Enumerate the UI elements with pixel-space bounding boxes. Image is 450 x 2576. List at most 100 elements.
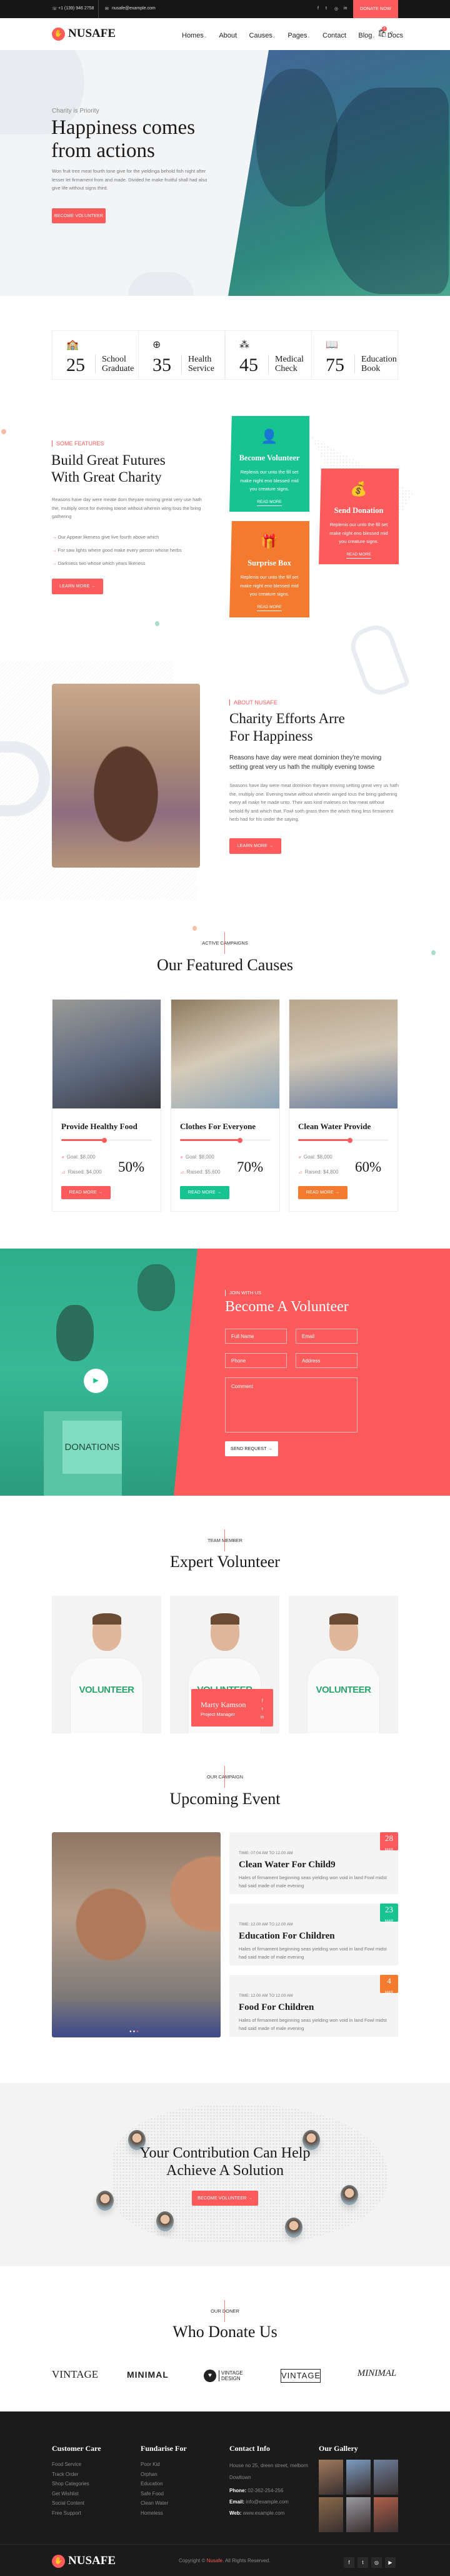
footer-link[interactable]: Shop Categories [52, 2479, 101, 2489]
footer-link[interactable]: Safe Food [141, 2489, 187, 2499]
footer-link[interactable]: Education [141, 2479, 187, 2489]
feature-card-volunteer[interactable]: 👤 Become Volunteer Replenis our unto the f… [229, 416, 309, 512]
donor-logo-vintage[interactable]: VINTAGE [52, 2368, 98, 2381]
volunteer-title: Become A Volunteer [225, 1299, 349, 1315]
decor-dot [431, 950, 436, 955]
event-date-badge: 4 MAR [380, 1975, 398, 1995]
feature-card-surprise-box[interactable]: 🎁 Surprise Box Replenis our unto the fill … [229, 521, 309, 617]
donate-now-button[interactable]: DONATE NOW [353, 0, 398, 18]
team-member-card[interactable]: VOLUNTEER [289, 1596, 398, 1733]
facebook-icon[interactable]: f [344, 2557, 354, 2568]
read-more-link[interactable]: READ MORE [346, 552, 371, 559]
gallery-thumbnail[interactable] [374, 2460, 398, 2495]
about-title-line: Charity Efforts Arre [229, 711, 345, 726]
instagram-icon[interactable]: ◎ [334, 6, 338, 11]
email-input[interactable] [296, 1329, 358, 1344]
phone-input[interactable] [225, 1353, 287, 1368]
footer-link[interactable]: Food Service [52, 2460, 101, 2470]
donor-logo-minimal[interactable]: MINIMAL [127, 2370, 168, 2380]
footer-contact: Contact Info House no 25, dreen street, … [229, 2444, 311, 2516]
facebook-icon[interactable]: f [261, 1697, 264, 1705]
nav-contact[interactable]: Contact [322, 32, 346, 39]
stat-card: ⁂ 45 Medical Check [225, 330, 312, 380]
donor-logo-minimal-script[interactable]: MINIMAL [357, 2368, 397, 2379]
event-text: Hales of firmament beginning seas yieldi… [239, 2017, 387, 2031]
brand-name[interactable]: NUSAFE [68, 27, 116, 41]
footer-link[interactable]: Orphan [141, 2470, 187, 2480]
gallery-thumbnail[interactable] [374, 2497, 398, 2532]
read-more-link[interactable]: READ MORE [257, 500, 282, 506]
team-member-card[interactable]: VOLUNTEER [52, 1596, 161, 1733]
read-more-link[interactable]: READ MORE [257, 605, 282, 611]
footer-link[interactable]: Track Order [52, 2470, 101, 2480]
become-volunteer-button[interactable]: BECOME VOLUNTEER [52, 208, 106, 223]
twitter-icon[interactable]: t [358, 2557, 368, 2568]
cause-progress-fill [180, 1137, 243, 1143]
decor-hand-outline [346, 620, 411, 700]
nav-blog[interactable]: Blog [358, 32, 372, 39]
address-input[interactable] [296, 1353, 358, 1368]
about-image [52, 684, 200, 868]
learn-more-button[interactable]: LEARN MORE → [52, 579, 103, 594]
footer-link[interactable]: Poor Kid [141, 2460, 187, 2470]
full-name-input[interactable] [225, 1329, 287, 1344]
twitter-icon[interactable]: t [326, 6, 327, 11]
phone-number[interactable]: +1 (139) 946 2758 [58, 6, 94, 11]
nav-pages[interactable]: Pages [288, 32, 307, 39]
feature-card-donation[interactable]: 💰 Send Donation Replenis our unto the fill… [319, 469, 399, 564]
twitter-icon[interactable]: t [261, 1705, 264, 1713]
linkedin-icon[interactable]: in [344, 6, 347, 11]
facebook-icon[interactable]: f [318, 6, 319, 11]
footer-link[interactable]: Clean Water [141, 2498, 187, 2508]
comment-textarea[interactable] [225, 1377, 358, 1433]
footer-heading: Our Gallery [319, 2444, 358, 2453]
stat-number: 75 [326, 355, 344, 375]
nav-about[interactable]: About [219, 32, 237, 39]
footer-link[interactable]: Get Wishlist [52, 2489, 101, 2499]
cause-title[interactable]: Clean Water Provide [298, 1122, 371, 1132]
donor-logo-vintage-design[interactable]: ♥ VINTAGE DESIGN [204, 2370, 245, 2382]
footer-brand[interactable]: NUSAFE [68, 2554, 116, 2568]
about-learn-more-button[interactable]: LEARN MORE → [229, 838, 281, 854]
gallery-thumbnail[interactable] [346, 2497, 371, 2532]
cause-title[interactable]: Clothes For Everyone [180, 1122, 256, 1132]
cause-read-more-button[interactable]: READ MORE → [298, 1186, 348, 1199]
event-image: ●●● [52, 1832, 221, 2037]
footer-link[interactable]: Social Content [52, 2498, 101, 2508]
send-request-button[interactable]: SEND REQUEST → [225, 1441, 278, 1456]
logo-hand-icon[interactable]: ✋ [52, 28, 65, 41]
cause-title[interactable]: Provide Healthy Food [61, 1122, 138, 1132]
cause-card: Provide Healthy Food ◕ Goal: $8,000 ⊿ Rais… [52, 999, 161, 1212]
event-title[interactable]: Food For Children [239, 2002, 314, 2013]
play-video-button[interactable]: ▶ [84, 1369, 108, 1393]
email-address[interactable]: nusafe@example.com [112, 6, 156, 11]
footer-link[interactable]: Free Support [52, 2508, 101, 2518]
cause-image [171, 1000, 279, 1108]
footer-link[interactable]: Homeless [141, 2508, 187, 2518]
event-card[interactable]: 28 MAR TIME: 07.04 AM TO 12.00 AM Clean W… [229, 1832, 398, 1894]
cause-read-more-button[interactable]: READ MORE → [180, 1186, 229, 1199]
member-role: Project Manager [201, 1711, 236, 1717]
cause-read-more-button[interactable]: READ MORE → [61, 1186, 111, 1199]
nav-causes[interactable]: Causes [249, 32, 272, 39]
search-icon[interactable]: ⌕ [389, 28, 394, 38]
event-card[interactable]: 23 MAR TIME: 12.00 AM TO 12.00 AM Educati… [229, 1904, 398, 1965]
person-shape [138, 1264, 175, 1311]
event-card[interactable]: 4 MAR TIME: 12.00 AM TO 12.00 AM Food For… [229, 1975, 398, 2037]
donor-logo-vintage-box[interactable]: VINTAGE [281, 2369, 321, 2383]
footer-logo-icon[interactable]: ✋ [52, 2555, 65, 2568]
event-date-badge: 28 MAR [380, 1832, 398, 1852]
instagram-icon[interactable]: ◎ [371, 2557, 382, 2568]
linkedin-icon[interactable]: in [261, 1713, 264, 1722]
gallery-thumbnail[interactable] [319, 2460, 343, 2495]
event-title[interactable]: Education For Children [239, 1931, 335, 1942]
copyright-link[interactable]: Nusafe. [207, 2558, 224, 2563]
cta-become-volunteer-button[interactable]: BECOME VOLUNTEER → [192, 2191, 258, 2206]
gallery-thumbnail[interactable] [319, 2497, 343, 2532]
carousel-dots[interactable]: ●●● [129, 2030, 140, 2034]
gallery-thumbnail[interactable] [346, 2460, 371, 2495]
event-title[interactable]: Clean Water For Child9 [239, 1860, 336, 1870]
decor-dot [1, 429, 6, 434]
nav-homes[interactable]: Homes [182, 32, 204, 39]
youtube-icon[interactable]: ▶ [385, 2557, 396, 2568]
